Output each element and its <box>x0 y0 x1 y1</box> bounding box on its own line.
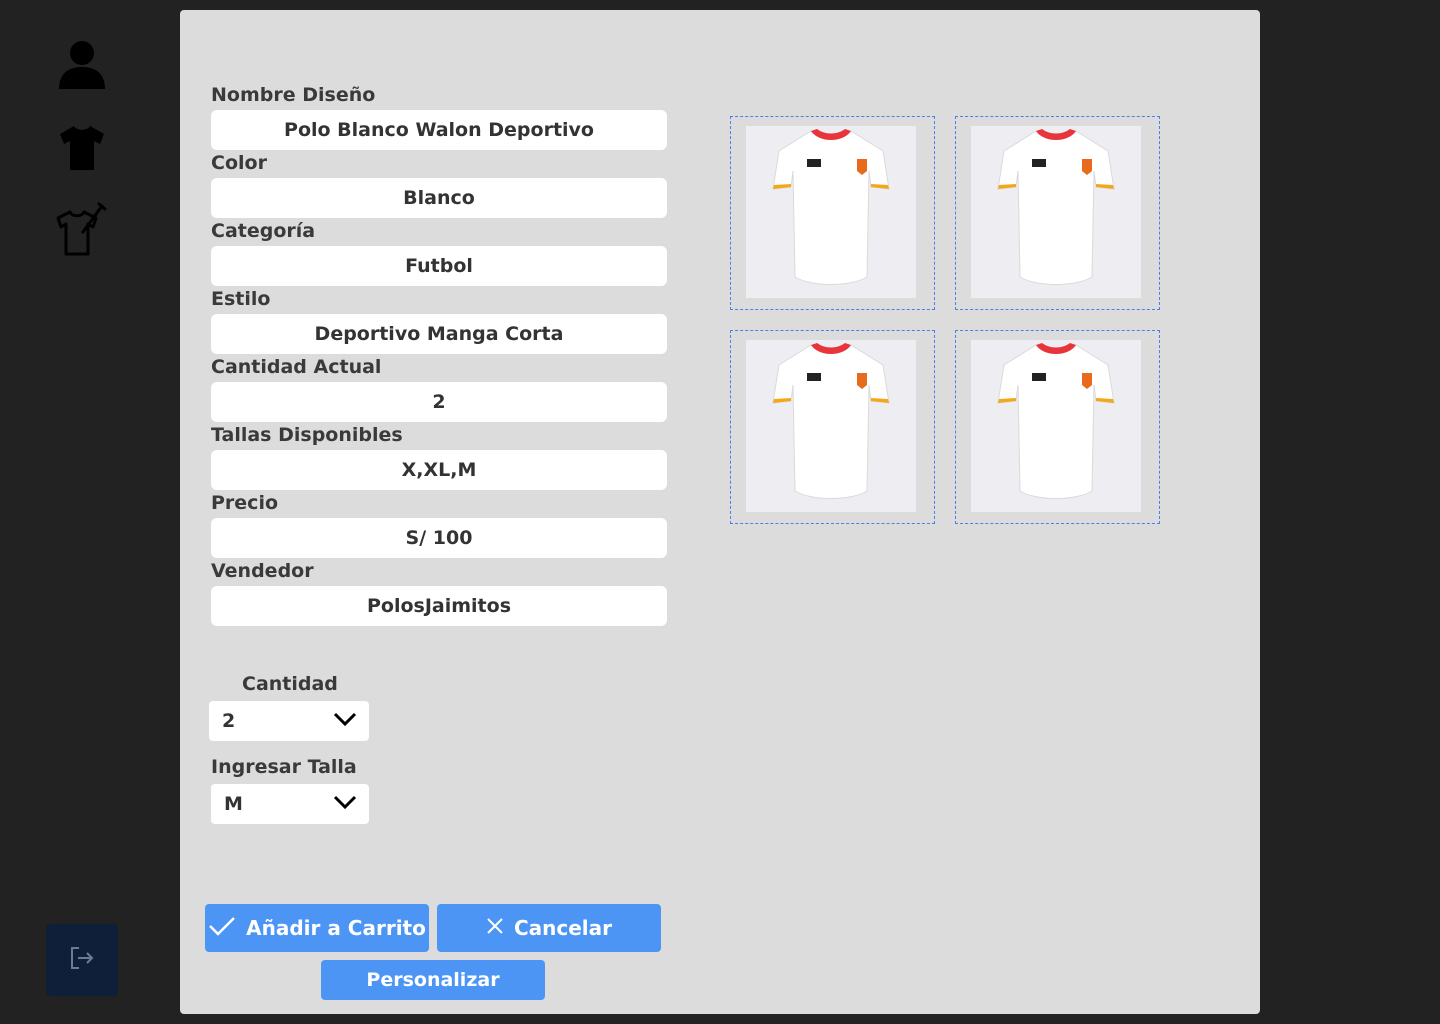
field-label: Precio <box>211 492 279 514</box>
size-label: Ingresar Talla <box>211 756 357 778</box>
close-icon <box>486 916 504 940</box>
check-icon <box>208 916 236 941</box>
quantity-selected-value: 2 <box>222 710 236 732</box>
field-value: 2 <box>211 382 667 422</box>
shirt-image <box>971 340 1141 512</box>
field-value: Deportivo Manga Corta <box>211 314 667 354</box>
shirt-preview-4[interactable] <box>955 330 1160 524</box>
cancel-button[interactable]: Cancelar <box>437 904 661 952</box>
field-value: Polo Blanco Walon Deportivo <box>211 110 667 150</box>
design-shirt-icon[interactable] <box>56 202 108 256</box>
shirt-preview-3[interactable] <box>730 330 935 524</box>
field-value: X,XL,M <box>211 450 667 490</box>
field-label: Cantidad Actual <box>211 356 382 378</box>
logout-button[interactable] <box>46 924 118 996</box>
field-label: Categoría <box>211 220 316 242</box>
shirt-icon[interactable] <box>56 122 108 174</box>
chevron-down-icon <box>333 793 357 815</box>
chevron-down-icon <box>333 710 357 732</box>
product-detail-modal: Nombre Diseño Polo Blanco Walon Deportiv… <box>180 10 1260 1014</box>
field-value: Futbol <box>211 246 667 286</box>
shirt-image <box>746 126 916 298</box>
shirt-image <box>971 126 1141 298</box>
shirt-image <box>746 340 916 512</box>
shirt-preview-2[interactable] <box>955 116 1160 310</box>
logout-icon <box>68 944 96 976</box>
cancel-label: Cancelar <box>513 916 613 940</box>
field-value: PolosJaimitos <box>211 586 667 626</box>
field-value: Blanco <box>211 178 667 218</box>
quantity-label: Cantidad <box>242 673 338 695</box>
add-to-cart-label: Añadir a Carrito <box>246 916 426 940</box>
field-label: Nombre Diseño <box>211 84 376 106</box>
field-value: S/ 100 <box>211 518 667 558</box>
user-icon[interactable] <box>56 38 108 90</box>
field-label: Color <box>211 152 267 174</box>
field-label: Estilo <box>211 288 271 310</box>
shirt-preview-1[interactable] <box>730 116 935 310</box>
customize-label: Personalizar <box>366 969 500 991</box>
customize-button[interactable]: Personalizar <box>321 960 545 1000</box>
size-selected-value: M <box>224 793 243 815</box>
size-select[interactable]: M <box>211 784 369 824</box>
field-label: Vendedor <box>211 560 314 582</box>
add-to-cart-button[interactable]: Añadir a Carrito <box>205 904 429 952</box>
field-label: Tallas Disponibles <box>211 424 403 446</box>
quantity-select[interactable]: 2 <box>209 701 369 741</box>
